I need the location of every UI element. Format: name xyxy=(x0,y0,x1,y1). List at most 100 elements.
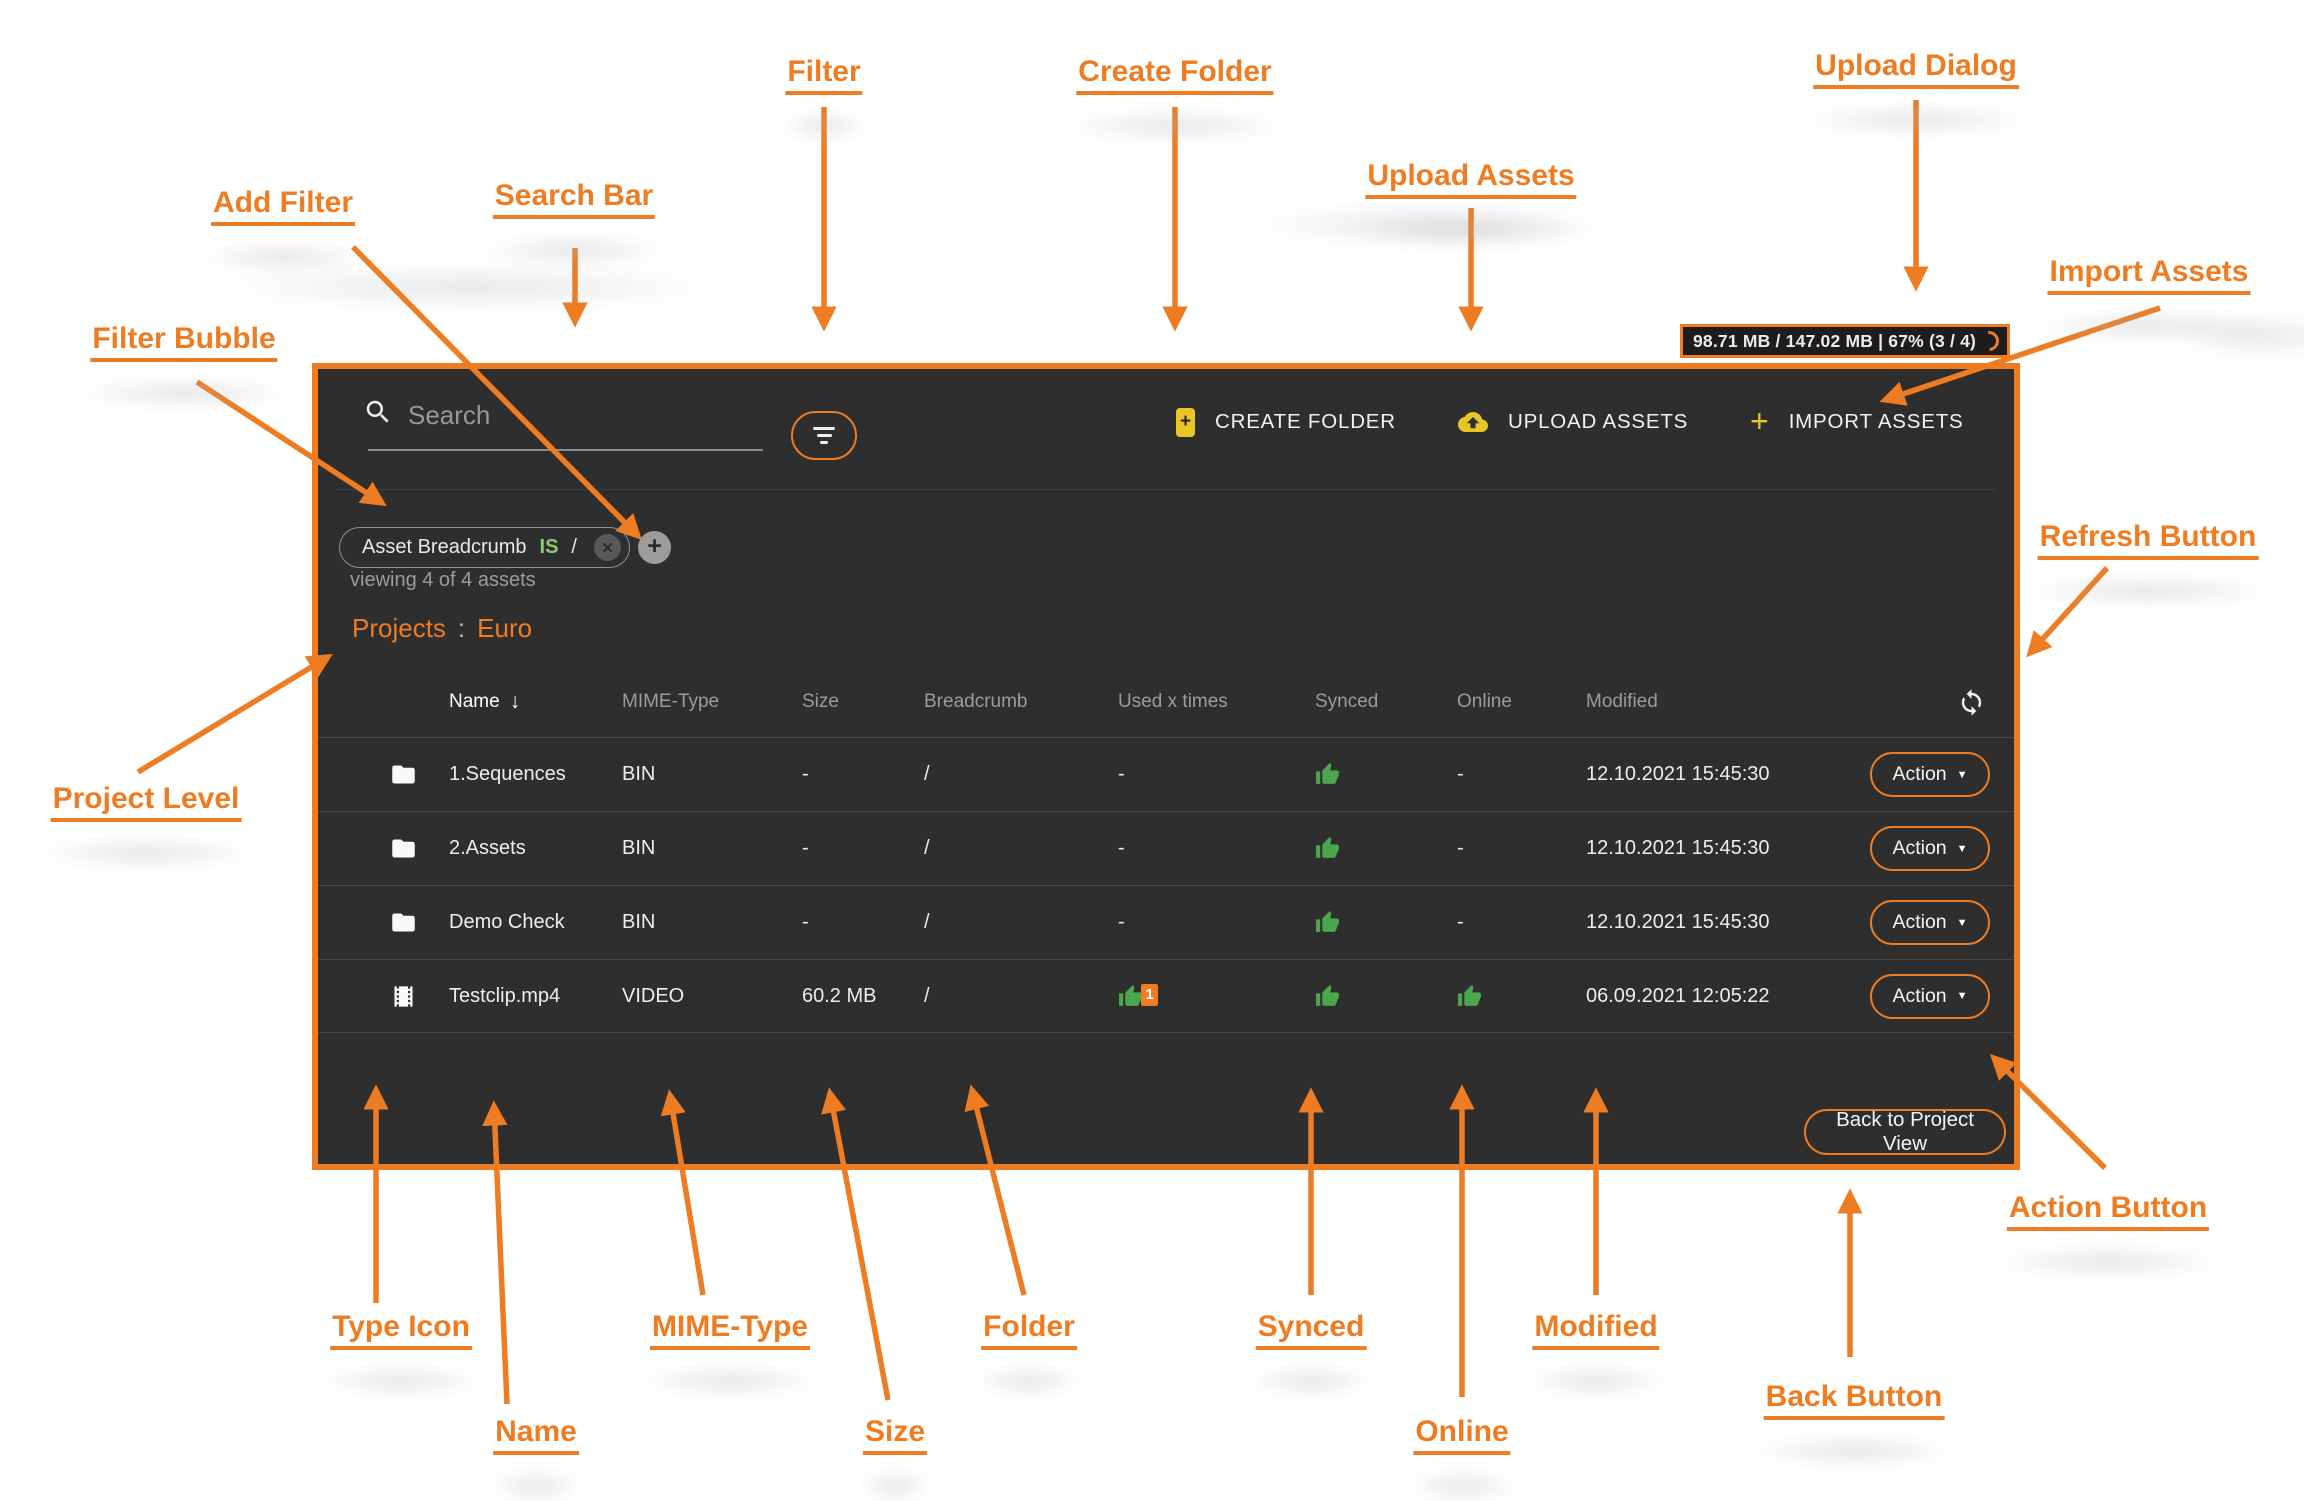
annotation-filter-bubble: Filter Bubble xyxy=(90,322,277,362)
table-row[interactable]: Demo CheckBIN-/--12.10.2021 15:45:30Acti… xyxy=(318,885,2014,959)
remove-filter-icon[interactable]: ✕ xyxy=(594,534,621,561)
size-cell: - xyxy=(802,837,924,860)
search-underline xyxy=(368,449,763,451)
annotation-name: Name xyxy=(493,1415,579,1455)
annotation-size: Size xyxy=(863,1415,927,1455)
modified-cell: 12.10.2021 15:45:30 xyxy=(1586,837,1866,860)
breadcrumb: Projects: Euro xyxy=(352,613,532,644)
search-input[interactable] xyxy=(406,395,765,435)
annotation-upload-dialog: Upload Dialog xyxy=(1813,49,2019,89)
viewing-count-text: viewing 4 of 4 assets xyxy=(350,569,536,592)
synced-cell xyxy=(1315,762,1457,787)
toolbar-divider xyxy=(336,489,1996,490)
annotation-type-icon: Type Icon xyxy=(330,1310,472,1350)
breadcrumb-separator: : xyxy=(458,613,465,643)
mime-type-cell: BIN xyxy=(622,763,802,786)
folder-type-icon xyxy=(358,835,449,862)
table-row[interactable]: Testclip.mp4VIDEO60.2 MB/106.09.2021 12:… xyxy=(318,959,2014,1033)
online-cell: - xyxy=(1457,911,1586,934)
action-button[interactable]: Action▼ xyxy=(1870,974,1990,1019)
header-mime-type[interactable]: MIME-Type xyxy=(622,691,802,713)
breadcrumb-projects[interactable]: Projects xyxy=(352,613,446,643)
chevron-down-icon: ▼ xyxy=(1957,990,1968,1002)
video-type-icon xyxy=(358,983,449,1010)
sort-desc-icon: ↓ xyxy=(510,690,521,714)
annotation-action-button: Action Button xyxy=(2007,1191,2209,1231)
breadcrumb-cell: / xyxy=(924,911,1118,934)
upload-status-box: 98.71 MB / 147.02 MB | 67% (3 / 4) xyxy=(1680,324,2010,358)
online-cell: - xyxy=(1457,763,1586,786)
asset-name-cell: 1.Sequences xyxy=(449,763,622,786)
size-cell: - xyxy=(802,911,924,934)
folder-type-icon xyxy=(358,909,449,936)
annotation-project-level: Project Level xyxy=(51,782,242,822)
breadcrumb-current[interactable]: Euro xyxy=(477,613,532,643)
table-header-row: Name↓ MIME-Type Size Breadcrumb Used x t… xyxy=(318,667,2014,737)
online-cell xyxy=(1457,984,1586,1009)
storage-usage-text: 98.71 MB / 147.02 MB | 67% (3 / 4) xyxy=(1693,331,1976,352)
action-button[interactable]: Action▼ xyxy=(1870,826,1990,871)
folder-type-icon xyxy=(358,761,449,788)
modified-cell: 12.10.2021 15:45:30 xyxy=(1586,763,1866,786)
used-x-times-cell: - xyxy=(1118,763,1315,786)
search-icon xyxy=(363,397,393,432)
online-thumb-up-icon xyxy=(1457,984,1482,1009)
modified-cell: 06.09.2021 12:05:22 xyxy=(1586,985,1866,1008)
create-folder-icon: + xyxy=(1176,408,1195,437)
annotation-import-assets: Import Assets xyxy=(2048,255,2251,295)
refresh-button[interactable] xyxy=(1957,688,1986,717)
header-used-x-times[interactable]: Used x times xyxy=(1118,691,1315,713)
plus-icon: + xyxy=(1750,405,1769,437)
filter-field: Asset Breadcrumb xyxy=(362,536,527,559)
asset-browser-panel: + CREATE FOLDER UPLOAD ASSETS + IMPORT A… xyxy=(312,363,2020,1170)
chevron-down-icon: ▼ xyxy=(1957,917,1968,929)
asset-table-body: 1.SequencesBIN-/--12.10.2021 15:45:30Act… xyxy=(318,737,2014,1033)
header-size[interactable]: Size xyxy=(802,691,924,713)
synced-cell xyxy=(1315,984,1457,1009)
mime-type-cell: BIN xyxy=(622,911,802,934)
upload-assets-button[interactable]: UPLOAD ASSETS xyxy=(1458,399,1688,445)
back-to-project-view-button[interactable]: Back to Project View xyxy=(1804,1109,2006,1155)
annotation-upload-assets: Upload Assets xyxy=(1365,159,1576,199)
used-x-times-cell: - xyxy=(1118,837,1315,860)
header-name[interactable]: Name↓ xyxy=(449,690,622,714)
annotation-folder: Folder xyxy=(981,1310,1077,1350)
header-breadcrumb[interactable]: Breadcrumb xyxy=(924,691,1118,713)
breadcrumb-cell: / xyxy=(924,837,1118,860)
filter-value: / xyxy=(571,536,577,559)
online-cell: - xyxy=(1457,837,1586,860)
annotation-modified: Modified xyxy=(1532,1310,1659,1350)
table-row[interactable]: 1.SequencesBIN-/--12.10.2021 15:45:30Act… xyxy=(318,737,2014,811)
size-cell: 60.2 MB xyxy=(802,985,924,1008)
import-assets-button[interactable]: + IMPORT ASSETS xyxy=(1750,399,1964,445)
action-button[interactable]: Action▼ xyxy=(1870,900,1990,945)
header-online[interactable]: Online xyxy=(1457,691,1586,713)
filter-button[interactable] xyxy=(791,411,857,460)
used-x-times-cell: - xyxy=(1118,911,1315,934)
synced-thumb-up-icon xyxy=(1315,836,1340,861)
annotation-search-bar: Search Bar xyxy=(493,179,655,219)
header-modified[interactable]: Modified xyxy=(1586,691,1866,713)
loading-spinner-icon xyxy=(1975,327,2003,355)
add-filter-button[interactable]: + xyxy=(638,531,671,564)
size-cell: - xyxy=(802,763,924,786)
synced-thumb-up-icon xyxy=(1315,762,1340,787)
create-folder-button[interactable]: + CREATE FOLDER xyxy=(1176,399,1396,445)
synced-thumb-up-icon xyxy=(1315,910,1340,935)
table-row[interactable]: 2.AssetsBIN-/--12.10.2021 15:45:30Action… xyxy=(318,811,2014,885)
annotation-back-button: Back Button xyxy=(1764,1380,1945,1420)
cloud-upload-icon xyxy=(1458,407,1488,437)
background-smear xyxy=(140,265,800,310)
synced-cell xyxy=(1315,910,1457,935)
filter-bubble[interactable]: Asset Breadcrumb IS / ✕ xyxy=(339,527,630,568)
annotation-filter: Filter xyxy=(785,55,862,95)
header-synced[interactable]: Synced xyxy=(1315,691,1457,713)
breadcrumb-cell: / xyxy=(924,985,1118,1008)
chevron-down-icon: ▼ xyxy=(1957,843,1968,855)
mime-type-cell: BIN xyxy=(622,837,802,860)
asset-name-cell: Demo Check xyxy=(449,911,622,934)
used-thumb-up-icon: 1 xyxy=(1118,984,1143,1009)
action-button[interactable]: Action▼ xyxy=(1870,752,1990,797)
annotation-synced: Synced xyxy=(1256,1310,1367,1350)
breadcrumb-cell: / xyxy=(924,763,1118,786)
